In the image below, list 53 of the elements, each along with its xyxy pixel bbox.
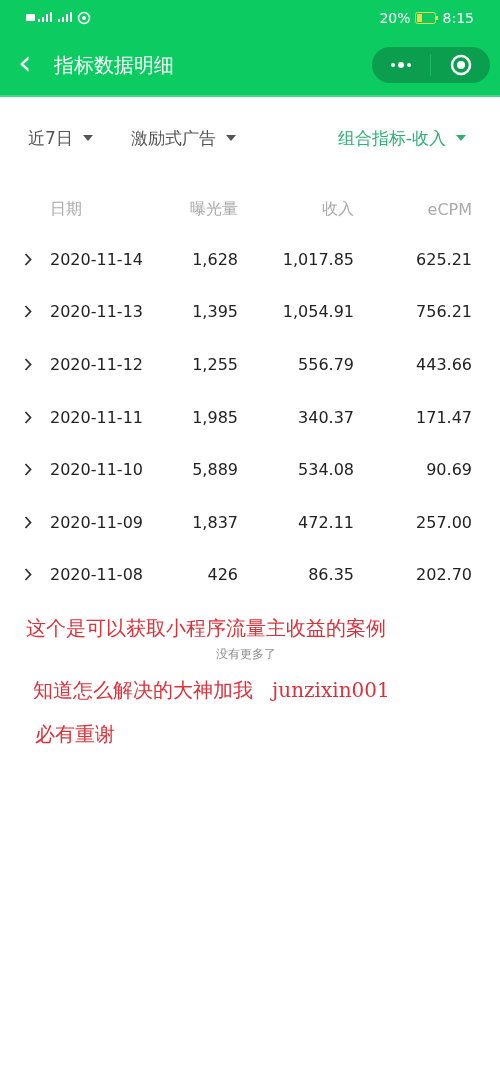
table-cell-text: 1,985 <box>191 407 238 427</box>
caret-icon <box>456 135 466 141</box>
table-cell-text: 556.79 <box>297 355 354 374</box>
table-cell-text: 625.21 <box>415 249 472 269</box>
chevron-icon[interactable] <box>24 568 32 582</box>
table-cell-text: 2020-11-12 <box>50 355 144 374</box>
clock-time: 8:15 <box>442 9 474 26</box>
chevron-icon[interactable] <box>24 252 32 266</box>
table-cell-text: 534.08 <box>297 460 354 480</box>
table-cell-text: 2020-11-10 <box>50 460 144 480</box>
column-header: eCPM <box>426 199 472 219</box>
table-cell-text: 2020-11-09 <box>50 512 144 532</box>
filter-dropdown[interactable]: 激励式广告 <box>130 126 236 150</box>
table-cell-text: 171.47 <box>415 407 472 427</box>
annotation-text: 必有重谢 <box>35 721 116 749</box>
table-cell-text: 257.00 <box>415 512 472 532</box>
chevron-icon[interactable] <box>24 515 32 529</box>
table-cell-text: 202.70 <box>415 565 472 585</box>
no-more-hint: 没有更多了 <box>216 646 277 664</box>
chevron-icon[interactable] <box>24 305 32 319</box>
table-cell-text: 756.21 <box>415 302 472 322</box>
annotation-text: 这个是可以获取小程序流量主收益的案例 <box>26 615 387 643</box>
annotation-text: 知道怎么解决的大神加我 junzixin001 <box>33 677 391 705</box>
table-cell-text: 2020-11-13 <box>50 302 144 322</box>
table-cell-text: 2020-11-14 <box>50 249 144 269</box>
table-cell-text: 472.11 <box>297 512 354 532</box>
caret-icon <box>225 135 236 141</box>
chevron-icon[interactable] <box>24 463 32 477</box>
table-cell-text: 1,837 <box>191 512 238 532</box>
table-cell-text: 2020-11-08 <box>50 565 144 585</box>
battery-percent: 20% <box>379 9 411 26</box>
column-header: 曝光量 <box>189 198 238 220</box>
page-title: 指标数据明细 <box>53 51 175 79</box>
column-header: 日期 <box>50 198 83 220</box>
table-cell-text: 1,017.85 <box>281 249 354 269</box>
battery-icon <box>414 11 439 24</box>
table-cell-text: 1,255 <box>191 355 238 374</box>
table-cell-text: 5,889 <box>191 460 238 480</box>
more-icon[interactable] <box>389 61 414 69</box>
caret-icon <box>82 135 93 141</box>
chevron-icon[interactable] <box>24 410 32 424</box>
column-header: 收入 <box>321 198 354 220</box>
table-cell-text: 1,395 <box>191 302 238 322</box>
filter-dropdown[interactable]: 近7日 <box>28 126 93 150</box>
table-cell-text: 1,054.91 <box>281 302 354 322</box>
table-cell-text: 443.66 <box>415 355 472 374</box>
table-cell-text: 340.37 <box>297 407 354 427</box>
table-cell-text: 2020-11-11 <box>50 407 144 427</box>
table-cell-text: 426 <box>206 565 238 585</box>
table-cell-text: 1,628 <box>191 249 238 269</box>
chevron-icon[interactable] <box>24 358 32 371</box>
table-cell-text: 90.69 <box>425 460 472 480</box>
table-cell-text: 86.35 <box>307 565 354 585</box>
